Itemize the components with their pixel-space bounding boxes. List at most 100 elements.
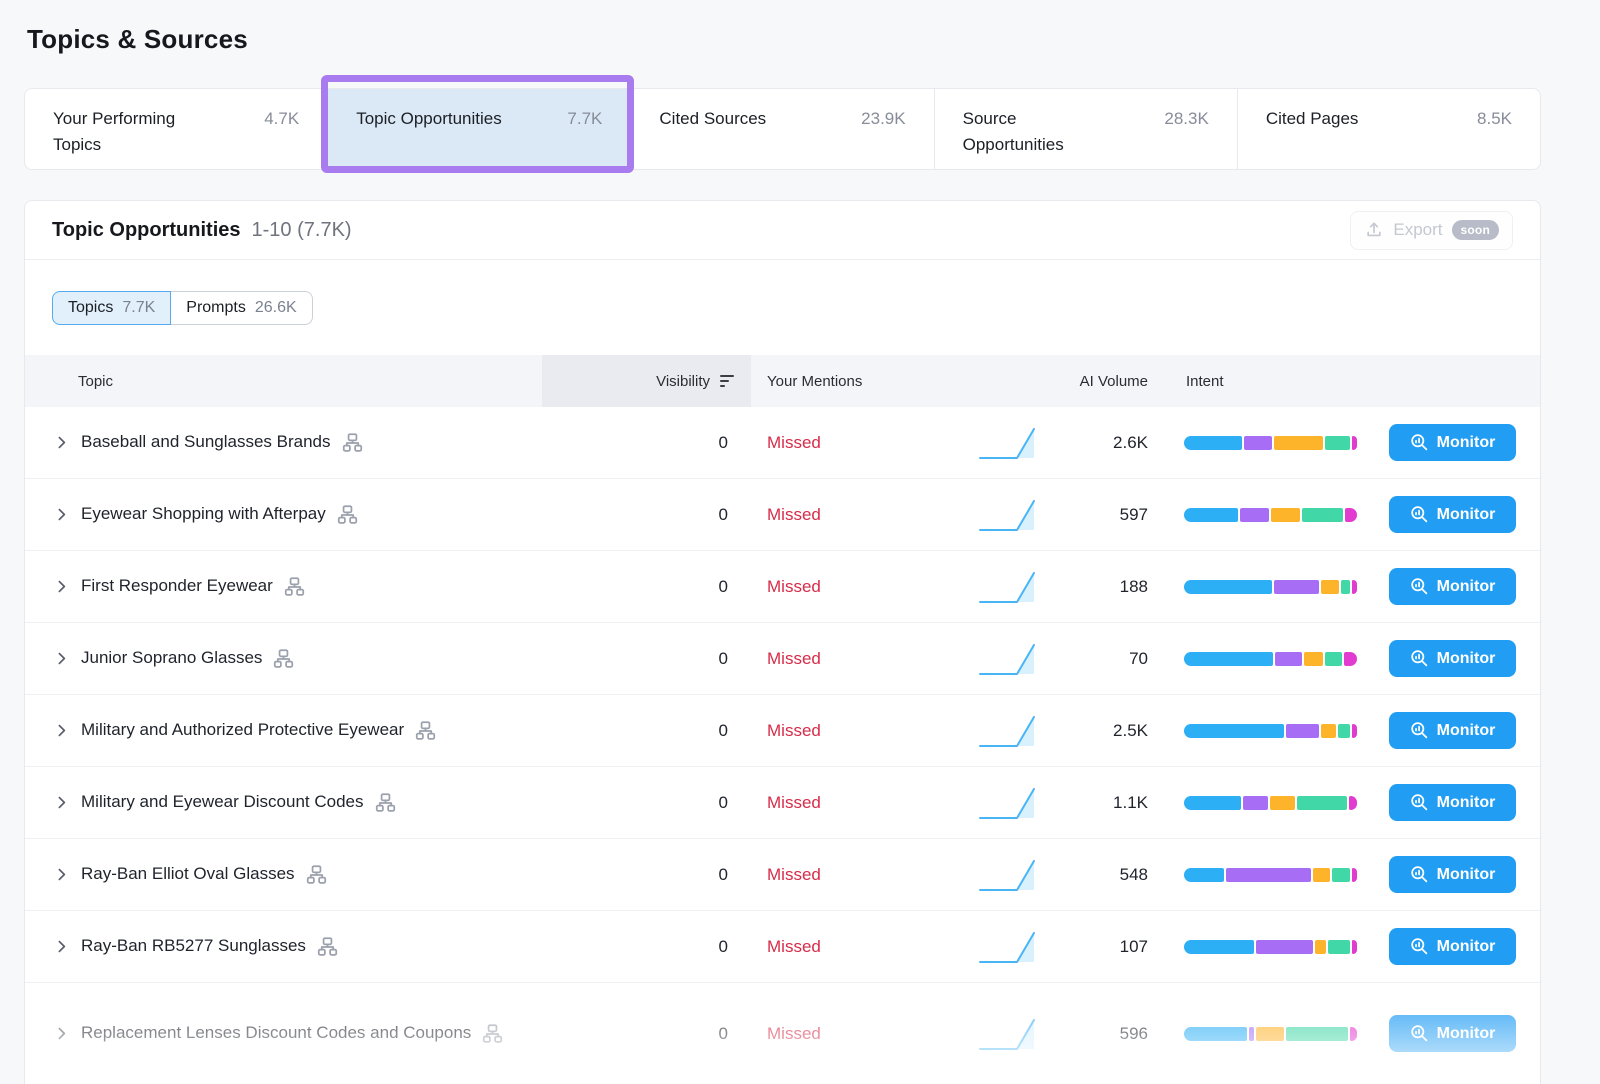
visibility-value: 0 — [542, 1024, 751, 1044]
monitor-button[interactable]: Monitor — [1389, 784, 1516, 821]
export-label: Export — [1393, 220, 1442, 240]
monitor-button[interactable]: Monitor — [1389, 496, 1516, 533]
table-row: Military and Eyewear Discount Codes 0 Mi… — [25, 767, 1540, 839]
monitor-button[interactable]: Monitor — [1389, 640, 1516, 677]
intent-segment — [1286, 1027, 1349, 1041]
intent-segment — [1352, 940, 1357, 954]
export-button[interactable]: Export soon — [1350, 211, 1513, 250]
visibility-value: 0 — [542, 793, 751, 813]
intent-segment — [1286, 724, 1318, 738]
monitor-label: Monitor — [1437, 722, 1496, 740]
topic-name[interactable]: Baseball and Sunglasses Brands — [81, 430, 331, 455]
monitor-button[interactable]: Monitor — [1389, 424, 1516, 461]
ai-volume-value: 188 — [1041, 577, 1148, 597]
intent-distribution-bar — [1184, 508, 1357, 522]
topic-opportunities-panel: Topic Opportunities 1-10 (7.7K) Export s… — [24, 200, 1541, 1084]
column-header-intent: Intent — [1148, 355, 1373, 407]
tab-label: Cited Pages — [1266, 106, 1359, 132]
intent-distribution-bar — [1184, 436, 1357, 450]
expand-chevron-icon[interactable] — [53, 434, 70, 451]
expand-chevron-icon[interactable] — [53, 506, 70, 523]
toggle-prompts[interactable]: Prompts 26.6K — [171, 291, 312, 325]
visibility-header-label: Visibility — [656, 373, 710, 390]
topic-name[interactable]: First Responder Eyewear — [81, 574, 273, 599]
tab-cited-sources[interactable]: Cited Sources 23.9K — [631, 89, 934, 169]
visibility-value: 0 — [542, 721, 751, 741]
toggle-topics-count: 7.7K — [122, 299, 155, 317]
monitor-button[interactable]: Monitor — [1389, 568, 1516, 605]
monitor-button[interactable]: Monitor — [1389, 928, 1516, 965]
visibility-value: 0 — [542, 649, 751, 669]
expand-chevron-icon[interactable] — [53, 650, 70, 667]
mentions-status: Missed — [751, 505, 901, 525]
visibility-sparkline — [901, 424, 1041, 462]
ai-volume-value: 107 — [1041, 937, 1148, 957]
tab-your-performing-topics[interactable]: Your Performing Topics 4.7K — [25, 89, 328, 169]
panel-title: Topic Opportunities — [52, 219, 241, 242]
tab-cited-pages[interactable]: Cited Pages 8.5K — [1238, 89, 1540, 169]
topic-name[interactable]: Junior Soprano Glasses — [81, 646, 262, 671]
topic-name[interactable]: Military and Eyewear Discount Codes — [81, 790, 364, 815]
visibility-sparkline — [901, 784, 1041, 822]
monitor-button[interactable]: Monitor — [1389, 712, 1516, 749]
monitor-magnifier-icon — [1410, 577, 1429, 596]
intent-segment — [1344, 652, 1357, 666]
sitemap-icon — [317, 936, 338, 957]
expand-chevron-icon[interactable] — [53, 1025, 70, 1042]
intent-segment — [1184, 724, 1284, 738]
intent-segment — [1341, 580, 1350, 594]
mentions-status: Missed — [751, 577, 901, 597]
intent-segment — [1184, 580, 1272, 594]
expand-chevron-icon[interactable] — [53, 794, 70, 811]
visibility-value: 0 — [542, 865, 751, 885]
topic-name[interactable]: Ray-Ban Elliot Oval Glasses — [81, 862, 295, 887]
panel-range: 1-10 (7.7K) — [252, 219, 352, 242]
monitor-magnifier-icon — [1410, 1024, 1429, 1043]
sort-descending-icon — [719, 374, 735, 388]
intent-segment — [1184, 796, 1241, 810]
visibility-sparkline — [901, 568, 1041, 606]
intent-segment — [1350, 1027, 1357, 1041]
topic-name[interactable]: Ray-Ban RB5277 Sunglasses — [81, 934, 306, 959]
intent-segment — [1244, 436, 1272, 450]
sitemap-icon — [342, 432, 363, 453]
column-header-your-mentions: Your Mentions — [751, 355, 901, 407]
sitemap-icon — [337, 504, 358, 525]
monitor-button[interactable]: Monitor — [1389, 856, 1516, 893]
intent-segment — [1184, 868, 1224, 882]
intent-segment — [1352, 436, 1357, 450]
intent-segment — [1271, 508, 1300, 522]
intent-segment — [1315, 940, 1327, 954]
monitor-button[interactable]: Monitor — [1389, 1015, 1516, 1052]
monitor-magnifier-icon — [1410, 505, 1429, 524]
visibility-sparkline — [901, 1015, 1041, 1053]
intent-distribution-bar — [1184, 796, 1357, 810]
intent-segment — [1352, 580, 1357, 594]
ai-volume-value: 2.5K — [1041, 721, 1148, 741]
expand-chevron-icon[interactable] — [53, 866, 70, 883]
visibility-sparkline — [901, 496, 1041, 534]
tab-count: 28.3K — [1164, 106, 1208, 132]
intent-segment — [1332, 868, 1350, 882]
column-header-visibility[interactable]: Visibility — [542, 355, 751, 407]
intent-segment — [1184, 652, 1273, 666]
expand-chevron-icon[interactable] — [53, 578, 70, 595]
tab-topic-opportunities[interactable]: Topic Opportunities 7.7K — [328, 89, 631, 169]
expand-chevron-icon[interactable] — [53, 938, 70, 955]
sitemap-icon — [273, 648, 294, 669]
monitor-magnifier-icon — [1410, 433, 1429, 452]
tab-source-opportunities[interactable]: Source Opportunities 28.3K — [935, 89, 1238, 169]
sitemap-icon — [415, 720, 436, 741]
monitor-magnifier-icon — [1410, 793, 1429, 812]
ai-volume-value: 596 — [1041, 1024, 1148, 1044]
toggle-prompts-count: 26.6K — [255, 299, 297, 317]
topic-name[interactable]: Eyewear Shopping with Afterpay — [81, 502, 326, 527]
topic-name[interactable]: Military and Authorized Protective Eyewe… — [81, 718, 404, 743]
sitemap-icon — [375, 792, 396, 813]
toggle-topics[interactable]: Topics 7.7K — [52, 291, 171, 325]
mentions-status: Missed — [751, 1024, 901, 1044]
topic-name[interactable]: Replacement Lenses Discount Codes and Co… — [81, 1021, 471, 1046]
expand-chevron-icon[interactable] — [53, 722, 70, 739]
tab-count: 23.9K — [861, 106, 905, 132]
mentions-status: Missed — [751, 721, 901, 741]
